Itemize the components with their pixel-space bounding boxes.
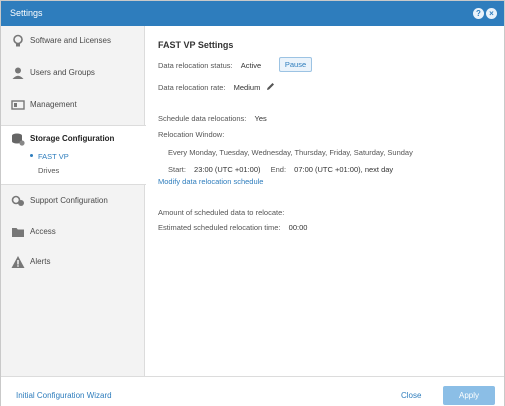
- end-value: 07:00 (UTC +01:00), next day: [294, 165, 394, 174]
- close-icon[interactable]: ×: [486, 8, 497, 19]
- apply-button[interactable]: Apply: [443, 386, 495, 405]
- footer: Initial Configuration Wizard Close Apply: [1, 376, 504, 406]
- active-indicator-dot: [30, 154, 33, 157]
- estimated-time-label: Estimated scheduled relocation time:: [158, 223, 281, 232]
- start-value: 23:00 (UTC +01:00): [194, 165, 261, 174]
- relocation-rate-value: Medium: [233, 83, 261, 92]
- settings-window: Settings ? × Software and Licenses Users…: [0, 0, 505, 406]
- end-label: End:: [270, 165, 287, 174]
- main-content: FAST VP Settings Data relocation status:…: [146, 26, 504, 376]
- sidebar-item-users-and-groups[interactable]: Users and Groups: [1, 62, 145, 84]
- relocation-status-label: Data relocation status:: [158, 61, 233, 70]
- sidebar-item-software-and-licenses[interactable]: Software and Licenses: [1, 30, 145, 52]
- relocation-time-row: Start: 23:00 (UTC +01:00) End: 07:00 (UT…: [168, 165, 393, 174]
- sidebar-item-management[interactable]: Management: [1, 94, 145, 116]
- sidebar-item-label: Alerts: [30, 257, 51, 266]
- relocation-rate-row: Data relocation rate: Medium: [158, 82, 275, 92]
- sidebar: Software and Licenses Users and Groups M…: [1, 26, 146, 376]
- title-bar: Settings ? ×: [1, 1, 504, 26]
- sidebar-item-label: Software and Licenses: [30, 36, 111, 45]
- sidebar-item-access[interactable]: Access: [1, 221, 145, 243]
- relocation-window-days: Every Monday, Tuesday, Wednesday, Thursd…: [168, 148, 413, 157]
- sidebar-item-label: Management: [30, 100, 77, 109]
- user-icon: [12, 67, 24, 79]
- sidebar-subitem-fast-vp[interactable]: FAST VP: [38, 152, 69, 161]
- sidebar-item-support-configuration[interactable]: Support Configuration: [1, 190, 145, 212]
- pause-button[interactable]: Pause: [279, 57, 312, 72]
- management-icon: [11, 100, 25, 110]
- initial-configuration-wizard-link[interactable]: Initial Configuration Wizard: [16, 391, 112, 400]
- amount-scheduled-label: Amount of scheduled data to relocate:: [158, 208, 285, 217]
- relocation-rate-label: Data relocation rate:: [158, 83, 226, 92]
- alert-icon: [11, 256, 25, 268]
- modify-schedule-link[interactable]: Modify data relocation schedule: [158, 177, 263, 186]
- sidebar-item-label: Support Configuration: [30, 196, 108, 205]
- estimated-time-row: Estimated scheduled relocation time: 00:…: [158, 223, 307, 232]
- schedule-label: Schedule data relocations:: [158, 114, 247, 123]
- window-title: Settings: [10, 8, 43, 18]
- relocation-status-row: Data relocation status: Active: [158, 61, 261, 70]
- schedule-value: Yes: [254, 114, 267, 123]
- lightbulb-icon: [13, 34, 23, 47]
- folder-icon: [12, 228, 24, 237]
- edit-pencil-icon[interactable]: [266, 82, 275, 91]
- sidebar-item-label: Access: [30, 227, 56, 236]
- relocation-window-label: Relocation Window:: [158, 130, 225, 139]
- close-button[interactable]: Close: [401, 391, 421, 400]
- sidebar-subitem-drives[interactable]: Drives: [38, 166, 59, 175]
- sidebar-item-alerts[interactable]: Alerts: [1, 251, 145, 273]
- sidebar-item-label: Storage Configuration: [30, 134, 115, 143]
- page-title: FAST VP Settings: [158, 40, 234, 50]
- help-icon[interactable]: ?: [473, 8, 484, 19]
- estimated-time-value: 00:00: [288, 223, 308, 232]
- sidebar-item-label: Users and Groups: [30, 68, 95, 77]
- schedule-row: Schedule data relocations: Yes: [158, 114, 267, 123]
- sidebar-item-storage-configuration[interactable]: Storage Configuration FAST VP Drives: [1, 125, 146, 185]
- support-icon: [11, 195, 24, 206]
- storage-icon: [12, 133, 25, 146]
- start-label: Start:: [168, 165, 186, 174]
- relocation-status-value: Active: [240, 61, 262, 70]
